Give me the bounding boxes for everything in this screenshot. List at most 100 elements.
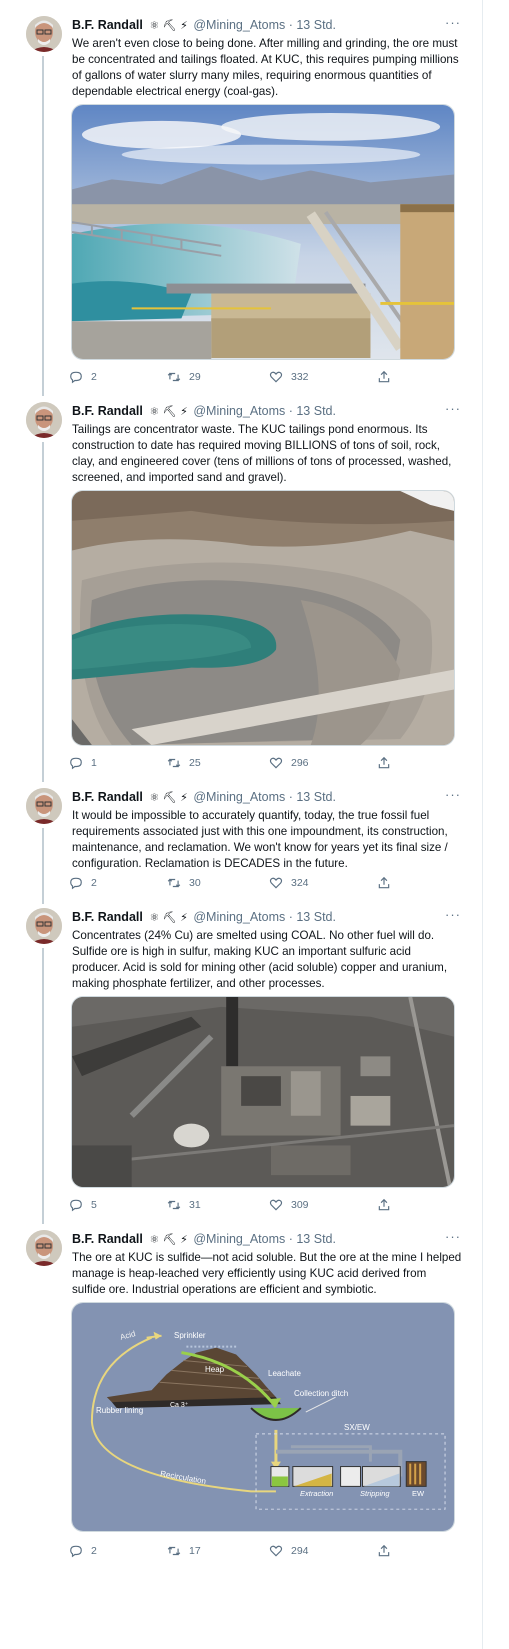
name-emojis: ⚛ ⛏ ⚡ <box>149 911 188 924</box>
reply-count: 5 <box>91 1199 97 1211</box>
diagram-label-leachate: Leachate <box>268 1369 301 1378</box>
diagram-label-stripping: Stripping <box>360 1489 390 1498</box>
tweet-actions: 2 17 294 <box>69 1544 399 1560</box>
tweet-text: The ore at KUC is sulfide—not acid solub… <box>72 1251 462 1296</box>
tweet-text: Concentrates (24% Cu) are smelted using … <box>72 929 448 990</box>
tweet-text: We aren't even close to being done. Afte… <box>72 37 459 98</box>
tweet[interactable]: B.F. Randall ⚛ ⛏ ⚡ @Mining_Atoms · 13 St… <box>0 908 483 1224</box>
share-icon <box>378 876 390 889</box>
retweet-button[interactable]: 31 <box>167 1198 201 1212</box>
reply-button[interactable]: 2 <box>69 876 97 890</box>
retweet-button[interactable]: 29 <box>167 370 201 384</box>
share-button[interactable] <box>377 1544 399 1558</box>
name-emojis: ⚛ ⛏ ⚡ <box>149 405 188 418</box>
avatar[interactable] <box>26 1230 62 1266</box>
reply-button[interactable]: 5 <box>69 1198 97 1212</box>
retweet-count: 30 <box>189 877 201 889</box>
retweet-icon <box>167 1200 181 1210</box>
reply-button[interactable]: 2 <box>69 1544 97 1558</box>
diagram-label-rubber-lining: Rubber lining <box>96 1406 144 1415</box>
tweet[interactable]: B.F. Randall ⚛ ⛏ ⚡ @Mining_Atoms · 13 St… <box>0 1230 483 1649</box>
tweet-header: B.F. Randall ⚛ ⛏ ⚡ @Mining_Atoms · 13 St… <box>72 16 483 34</box>
more-options-icon[interactable]: ··· <box>445 788 461 802</box>
heart-icon <box>269 757 283 769</box>
avatar[interactable] <box>26 402 62 438</box>
retweet-button[interactable]: 17 <box>167 1544 201 1558</box>
tweet-text: It would be impossible to accurately qua… <box>72 809 448 870</box>
like-button[interactable]: 294 <box>269 1544 309 1558</box>
diagram-label-sxew: SX/EW <box>344 1423 370 1432</box>
avatar[interactable] <box>26 16 62 52</box>
retweet-button[interactable]: 25 <box>167 756 201 770</box>
author-name[interactable]: B.F. Randall <box>72 404 143 418</box>
retweet-icon <box>167 372 181 382</box>
tweet-header: B.F. Randall ⚛ ⛏ ⚡ @Mining_Atoms · 13 St… <box>72 402 483 420</box>
share-button[interactable] <box>377 756 399 770</box>
tweet-image[interactable] <box>71 996 455 1188</box>
reply-icon <box>70 1545 82 1558</box>
like-button[interactable]: 296 <box>269 756 309 770</box>
diagram-label-extraction: Extraction <box>300 1489 334 1498</box>
tweet-header: B.F. Randall ⚛ ⛏ ⚡ @Mining_Atoms · 13 St… <box>72 908 483 926</box>
reply-button[interactable]: 1 <box>69 756 97 770</box>
tweet[interactable]: B.F. Randall ⚛ ⛏ ⚡ @Mining_Atoms · 13 St… <box>0 788 483 904</box>
reply-count: 2 <box>91 1545 97 1557</box>
author-name[interactable]: B.F. Randall <box>72 790 143 804</box>
retweet-count: 29 <box>189 371 201 383</box>
handle-time[interactable]: @Mining_Atoms · 13 Std. <box>193 404 336 418</box>
handle-time[interactable]: @Mining_Atoms · 13 Std. <box>193 1232 336 1246</box>
tweet-diagram-image[interactable]: Acid Sprinkler Heap Leachate Collection … <box>71 1302 455 1532</box>
more-options-icon[interactable]: ··· <box>445 16 461 30</box>
author-name[interactable]: B.F. Randall <box>72 18 143 32</box>
retweet-count: 17 <box>189 1545 201 1557</box>
like-count: 296 <box>291 757 309 769</box>
tweet-actions: 2 30 324 <box>69 876 399 892</box>
author-name[interactable]: B.F. Randall <box>72 1232 143 1246</box>
tweet-image[interactable] <box>71 104 455 360</box>
retweet-count: 25 <box>189 757 201 769</box>
reply-button[interactable]: 2 <box>69 370 97 384</box>
handle-time[interactable]: @Mining_Atoms · 13 Std. <box>193 790 336 804</box>
like-count: 309 <box>291 1199 309 1211</box>
reply-icon <box>70 757 82 770</box>
like-count: 294 <box>291 1545 309 1557</box>
name-emojis: ⚛ ⛏ ⚡ <box>149 1233 188 1246</box>
tweet[interactable]: B.F. Randall ⚛ ⛏ ⚡ @Mining_Atoms · 13 St… <box>0 16 483 396</box>
retweet-icon <box>167 878 181 888</box>
author-name[interactable]: B.F. Randall <box>72 910 143 924</box>
more-options-icon[interactable]: ··· <box>445 908 461 922</box>
tweet-image[interactable] <box>71 490 455 746</box>
like-button[interactable]: 324 <box>269 876 309 890</box>
retweet-icon <box>167 758 181 768</box>
share-icon <box>378 1544 390 1557</box>
reply-icon <box>70 877 82 890</box>
handle-time[interactable]: @Mining_Atoms · 13 Std. <box>193 910 336 924</box>
tweet-actions: 2 29 332 <box>69 370 399 386</box>
handle-time[interactable]: @Mining_Atoms · 13 Std. <box>193 18 336 32</box>
share-icon <box>378 756 390 769</box>
like-button[interactable]: 309 <box>269 1198 309 1212</box>
share-icon <box>378 370 390 383</box>
share-button[interactable] <box>377 1198 399 1212</box>
more-options-icon[interactable]: ··· <box>445 1230 461 1244</box>
retweet-count: 31 <box>189 1199 201 1211</box>
share-button[interactable] <box>377 370 399 384</box>
share-button[interactable] <box>377 876 399 890</box>
reply-count: 2 <box>91 877 97 889</box>
diagram-label-heap: Heap <box>205 1365 225 1374</box>
like-button[interactable]: 332 <box>269 370 309 384</box>
timeline: B.F. Randall ⚛ ⛏ ⚡ @Mining_Atoms · 13 St… <box>0 0 483 1649</box>
like-count: 332 <box>291 371 309 383</box>
more-options-icon[interactable]: ··· <box>445 402 461 416</box>
heart-icon <box>269 1545 283 1557</box>
retweet-button[interactable]: 30 <box>167 876 201 890</box>
name-emojis: ⚛ ⛏ ⚡ <box>149 791 188 804</box>
avatar[interactable] <box>26 908 62 944</box>
avatar[interactable] <box>26 788 62 824</box>
tweet-header: B.F. Randall ⚛ ⛏ ⚡ @Mining_Atoms · 13 St… <box>72 788 483 806</box>
heart-icon <box>269 877 283 889</box>
tweet[interactable]: B.F. Randall ⚛ ⛏ ⚡ @Mining_Atoms · 13 St… <box>0 402 483 782</box>
reply-count: 1 <box>91 757 97 769</box>
reply-icon <box>70 371 82 384</box>
heart-icon <box>269 1199 283 1211</box>
